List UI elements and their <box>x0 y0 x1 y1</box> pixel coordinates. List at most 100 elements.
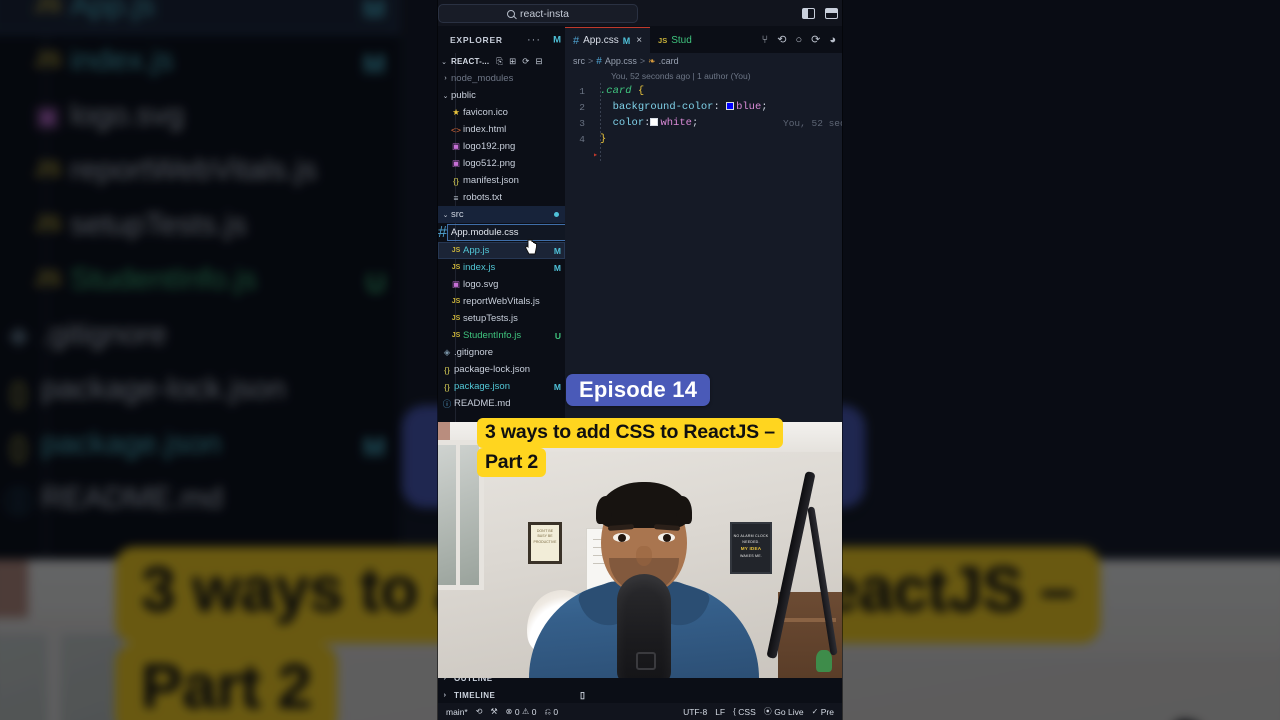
breadcrumb-file[interactable]: App.css <box>605 56 637 66</box>
presenter <box>529 482 759 678</box>
rename-file-input[interactable] <box>446 224 565 241</box>
css-rule-icon: ❧ <box>648 55 656 66</box>
tree-item-node-modules[interactable]: › node_modules <box>438 70 565 87</box>
json-icon: {} <box>453 175 459 186</box>
tree-item-src[interactable]: ⌄ src <box>438 206 565 223</box>
tree-item--gitignore[interactable]: ◈ .gitignore <box>438 344 565 361</box>
tree-item-manifest-json[interactable]: {} manifest.json <box>438 172 565 189</box>
status-go-live[interactable]: ⦿ Go Live <box>760 706 808 717</box>
git-status-flag: U <box>365 265 386 298</box>
git-icon: ◈ <box>443 347 451 357</box>
new-file-icon[interactable]: ⎘ <box>496 56 503 67</box>
css-icon: # <box>438 223 447 241</box>
color-swatch-white[interactable] <box>650 118 659 126</box>
tree-item-package-lock-json[interactable]: {} package-lock.json <box>438 361 565 378</box>
status-ports[interactable]: ⎌ 0 <box>540 707 562 717</box>
file-tree: ›node_modules⌄public★favicon.ico<>index.… <box>438 70 565 412</box>
tree-item-app-js[interactable]: JS App.js M <box>438 242 565 259</box>
fold-marker-red[interactable]: ▸ <box>591 150 600 160</box>
tree-item-studentinfo-js[interactable]: JS StudentInfo.js U <box>438 327 565 344</box>
run-circle-icon[interactable]: ○ <box>795 34 802 46</box>
chevron-down-icon[interactable]: ⌄ <box>440 211 451 219</box>
tree-item-logo512-png[interactable]: ▣ logo512.png <box>438 155 565 172</box>
panel-timeline[interactable]: › TIMELINE ▯ <box>438 687 842 704</box>
new-folder-icon[interactable]: ⊞ <box>509 56 516 67</box>
tab-app-css[interactable]: # App.css M × <box>565 27 651 53</box>
js-icon: JS <box>451 247 461 254</box>
tree-item-setuptests-js[interactable]: JS setupTests.js <box>438 310 565 327</box>
explorer-more-actions-icon[interactable]: ··· <box>527 34 541 46</box>
image-icon: ▣ <box>451 158 461 168</box>
microphone <box>617 574 671 678</box>
project-root-header[interactable]: ⌄ REACT-... ⎘ ⊞ ⟳ ⊟ <box>438 53 565 70</box>
status-prettier[interactable]: ✓ Pre <box>808 707 838 717</box>
tree-item-index-js[interactable]: JS index.js M <box>438 259 565 276</box>
toggle-primary-sidebar-icon[interactable] <box>802 8 815 19</box>
run-back-icon[interactable]: ⟲ <box>777 34 786 46</box>
status-branch[interactable]: main* <box>442 707 472 717</box>
warning-count: 0 <box>531 706 537 717</box>
tree-item-index-html[interactable]: <> index.html <box>438 121 565 138</box>
title-bar: ← → react-insta <box>438 0 842 27</box>
chevron-down-icon[interactable]: ⌄ <box>440 92 451 100</box>
breadcrumb-symbol[interactable]: .card <box>659 56 679 66</box>
line-number: 2 <box>579 101 585 113</box>
live-share-icon[interactable]: ⚒ <box>486 707 501 716</box>
tree-item-label: .gitignore <box>41 318 167 354</box>
code-text: } <box>600 133 607 145</box>
tree-item-label: logo.svg <box>463 279 499 290</box>
tree-item-robots-txt[interactable]: ≡ robots.txt <box>438 189 565 206</box>
tree-item-logo-svg[interactable]: ▣ logo.svg <box>438 276 565 293</box>
tree-item-label: App.js <box>463 245 490 256</box>
tree-item-reportwebvitals-js: JS reportWebVitals.js <box>0 144 399 199</box>
step-over-icon[interactable]: ⟳ <box>811 34 820 46</box>
chevron-right-icon[interactable]: › <box>440 75 451 82</box>
code-lines[interactable]: 1 .card { 2 background-color: blue; 3 co… <box>565 83 842 163</box>
command-search-bar[interactable]: react-insta <box>438 4 638 23</box>
sync-icon[interactable]: ⟲ <box>472 707 487 716</box>
tree-item-readme-md: ⓘ README.md <box>0 473 399 528</box>
refresh-icon[interactable]: ⟳ <box>522 56 529 67</box>
json-icon: {} <box>9 429 28 462</box>
code-line-4: 4 } <box>565 131 842 147</box>
close-icon[interactable]: × <box>636 35 642 46</box>
tree-item-label: setupTests.js <box>70 208 247 245</box>
toggle-panel-icon[interactable] <box>825 8 838 19</box>
js-icon: JS <box>33 269 62 293</box>
split-editor-icon[interactable]: ⑂ <box>762 34 769 46</box>
tree-item-favicon-ico[interactable]: ★ favicon.ico <box>438 104 565 121</box>
status-eol[interactable]: LF <box>711 707 729 717</box>
breadcrumb-src[interactable]: src <box>573 56 585 66</box>
status-encoding[interactable]: UTF-8 <box>679 707 711 717</box>
info-icon: ⓘ <box>4 483 33 517</box>
tree-item-public[interactable]: ⌄ public <box>438 87 565 104</box>
status-language[interactable]: { CSS <box>729 707 760 717</box>
tab-label: Stud <box>671 34 692 46</box>
tree-item-label: logo.svg <box>70 99 185 135</box>
explorer-header: EXPLORER ··· M <box>438 27 565 53</box>
filter-icon[interactable]: ▯ <box>580 690 585 701</box>
svg-icon: ▣ <box>451 279 461 289</box>
tree-item-label: index.js <box>70 44 174 80</box>
tree-item-label: node_modules <box>451 73 514 84</box>
run-clock-icon[interactable]: ◕ <box>829 34 836 46</box>
status-problems[interactable]: ⊗ 0 ⚠ 0 <box>502 707 541 717</box>
code-text: .card { <box>600 85 645 97</box>
eye-right <box>658 533 675 542</box>
color-swatch-blue[interactable] <box>726 102 735 110</box>
chevron-right-icon: › <box>443 692 447 699</box>
tree-item-label: logo192.png <box>463 141 516 152</box>
error-count: 0 <box>514 706 520 717</box>
tree-item-reportwebvitals-js[interactable]: JS reportWebVitals.js <box>438 293 565 310</box>
git-status-flag: M <box>362 429 386 462</box>
tree-item-package-json: {} package.json M <box>0 418 399 473</box>
tree-item-readme-md[interactable]: ⓘ README.md <box>438 395 565 412</box>
tree-item-logo192-png[interactable]: ▣ logo192.png <box>438 138 565 155</box>
collapse-all-icon[interactable]: ⊟ <box>535 56 542 67</box>
file-tree: ›node_modules⌄public★favicon.ico<>index.… <box>0 0 399 527</box>
tree-item-package-lock-json: {} package-lock.json <box>0 363 399 418</box>
tree-item-label: App.js <box>70 0 156 26</box>
tree-item-label: README.md <box>41 482 223 518</box>
tree-item-package-json[interactable]: {} package.json M <box>438 378 565 395</box>
tab-student-info[interactable]: JS Stud <box>650 27 700 53</box>
